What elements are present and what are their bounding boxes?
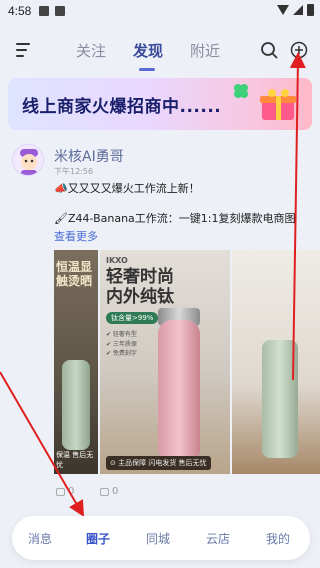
search-icon[interactable] — [260, 41, 278, 59]
app-notification-icon — [55, 6, 66, 16]
post-time: 下午12:56 — [54, 167, 94, 176]
wifi-icon — [277, 5, 289, 15]
gift-box-icon — [260, 89, 296, 120]
add-circle-icon[interactable] — [290, 41, 308, 59]
nav-cloud-store[interactable]: 云店 — [206, 530, 230, 547]
bottle-graphic — [158, 320, 200, 460]
like-count: 0 — [68, 486, 75, 497]
comment-counter[interactable]: 0 — [100, 486, 118, 497]
post-image-3[interactable] — [232, 250, 320, 474]
nav-me[interactable]: 我的 — [266, 530, 290, 547]
image1-text: 恒温显 触烫晒 — [56, 260, 93, 289]
post-image-2[interactable]: IKXO 轻奢时尚 内外纯钛 钛含量>99% ✔ 轻奢有型 ✔ 三年质保 ✔ 免… — [100, 250, 230, 474]
image1-caption: 保温 售后无忧 — [56, 451, 94, 469]
avatar-character-icon — [20, 149, 38, 175]
battery-icon — [307, 4, 314, 16]
nav-messages[interactable]: 消息 — [28, 530, 52, 547]
like-icon — [56, 487, 65, 496]
post-text-line1: 📣又又又又爆火工作流上新！ — [54, 182, 200, 195]
see-more-link[interactable]: 查看更多 — [54, 228, 98, 244]
signal-icon — [293, 5, 303, 15]
post-image-1[interactable]: 恒温显 触烫晒 保温 售后无忧 — [54, 250, 98, 474]
status-time: 4:58 — [8, 4, 32, 18]
comment-icon — [100, 487, 109, 496]
top-nav: 关注 发现 附近 — [0, 30, 320, 71]
promo-banner[interactable]: 线上商家火爆招商中...... — [8, 78, 312, 130]
post-username[interactable]: 米核AI勇哥 — [54, 146, 124, 166]
comment-count: 0 — [112, 486, 119, 497]
banner-text: 线上商家火爆招商中...... — [22, 97, 222, 117]
nav-circle[interactable]: 圈子 — [86, 530, 110, 547]
avatar[interactable] — [12, 144, 44, 176]
bottle-graphic — [62, 360, 90, 450]
tab-active-indicator — [139, 68, 155, 71]
nav-local[interactable]: 同城 — [146, 530, 170, 547]
bottle-graphic — [262, 340, 298, 458]
menu-icon[interactable] — [16, 43, 32, 57]
status-right — [277, 4, 314, 16]
clover-icon — [234, 84, 248, 98]
post-image-strip[interactable]: 恒温显 触烫晒 保温 售后无忧 IKXO 轻奢时尚 内外纯钛 钛含量>99% ✔… — [54, 250, 320, 474]
notification-icon — [39, 6, 50, 16]
image2-headline: 轻奢时尚 内外纯钛 — [106, 267, 174, 307]
like-counter[interactable]: 0 — [56, 486, 74, 497]
tab-nearby[interactable]: 附近 — [190, 40, 220, 61]
tab-follow[interactable]: 关注 — [76, 40, 106, 61]
image2-brand: IKXO — [106, 256, 128, 265]
status-bar: 4:58 — [0, 0, 320, 22]
image2-features: ✔ 轻奢有型 ✔ 三年质保 ✔ 免费刻字 — [106, 331, 137, 358]
image2-caption: ⊙ 主品保障 闪电发货 售后无忧 — [106, 456, 211, 470]
image2-pill: 钛含量>99% — [106, 312, 159, 324]
bottom-nav: 消息 圈子 同城 云店 我的 — [12, 516, 310, 560]
tab-discover[interactable]: 发现 — [133, 40, 163, 61]
post-text-line2: 🖌Z44-Banana工作流：一键1:1复刻爆款电商图 — [54, 212, 296, 225]
